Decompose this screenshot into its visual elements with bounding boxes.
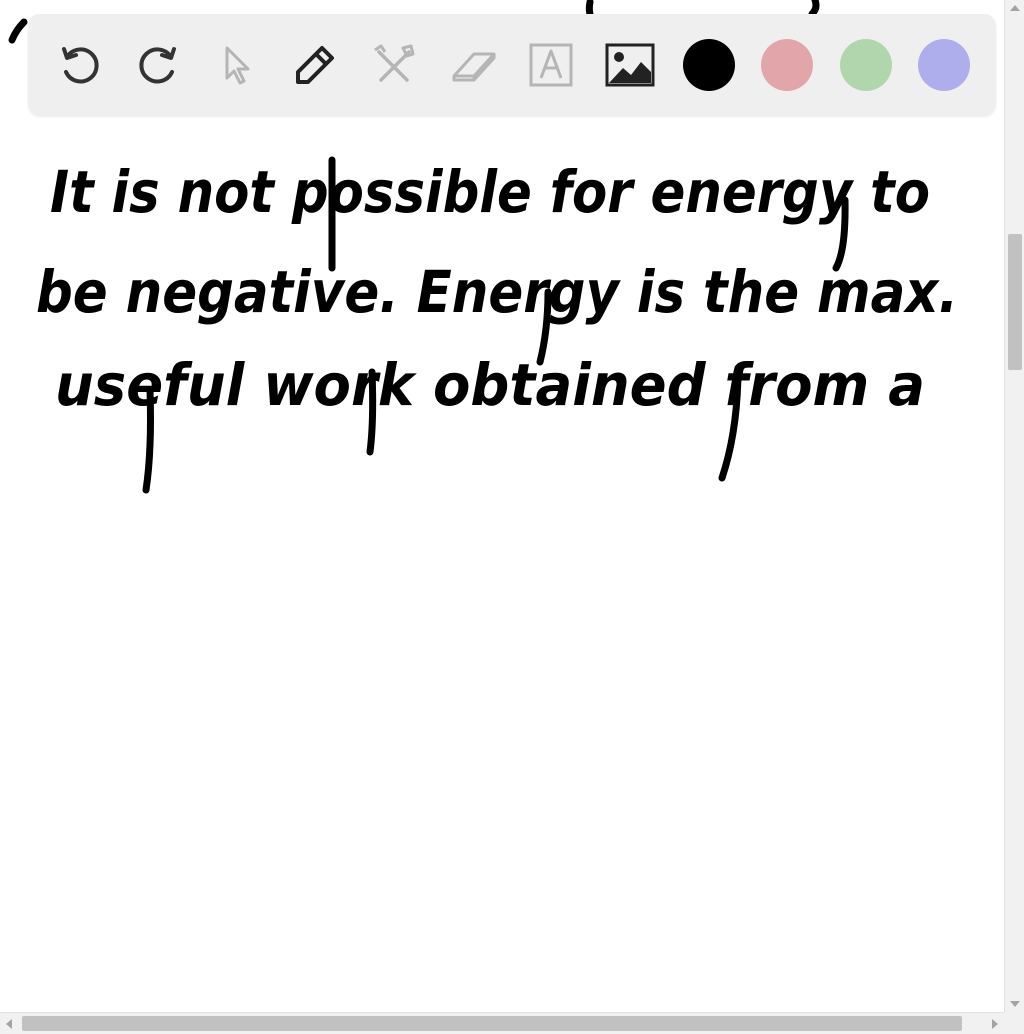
ink-stroke	[366, 368, 377, 456]
handwritten-line-2: be negative. Energy is the max.	[36, 258, 958, 326]
ink-stroke	[808, 0, 820, 18]
horizontal-scroll-thumb[interactable]	[22, 1016, 962, 1031]
text-tool-button[interactable]	[525, 39, 577, 91]
pointer-icon	[225, 46, 250, 85]
image-tool-button[interactable]	[604, 39, 656, 91]
select-tool-button[interactable]	[211, 39, 263, 91]
scroll-left-arrow-icon[interactable]	[6, 1019, 12, 1029]
toolbar	[28, 14, 996, 116]
horizontal-scrollbar[interactable]	[0, 1012, 1024, 1034]
crossed-tools-icon	[374, 44, 415, 82]
ink-stroke	[8, 18, 28, 44]
redo-icon	[139, 47, 176, 84]
whiteboard-canvas[interactable]: It is not possible for energy to be nega…	[0, 0, 1004, 1012]
handwritten-line-3: useful work obtained from a	[55, 351, 925, 419]
color-swatch-purple[interactable]	[918, 39, 970, 91]
tools-button[interactable]	[368, 39, 420, 91]
text-box-icon	[529, 43, 573, 87]
scrollbar-corner	[1004, 1012, 1024, 1034]
color-swatch-green[interactable]	[840, 39, 892, 91]
handwritten-line-1: It is not possible for energy to	[50, 158, 930, 226]
undo-button[interactable]	[54, 39, 106, 91]
image-icon	[605, 43, 655, 87]
scroll-right-arrow-icon[interactable]	[992, 1019, 998, 1029]
color-swatch-black[interactable]	[683, 39, 735, 91]
pencil-icon	[296, 46, 334, 84]
undo-icon	[62, 47, 99, 84]
scroll-down-arrow-icon[interactable]	[1010, 1001, 1020, 1007]
redo-button[interactable]	[132, 39, 184, 91]
eraser-icon	[452, 52, 496, 82]
vertical-scrollbar[interactable]	[1004, 0, 1024, 1012]
eraser-tool-button[interactable]	[447, 39, 499, 91]
pen-tool-button[interactable]	[289, 39, 341, 91]
scroll-up-arrow-icon[interactable]	[1010, 5, 1020, 11]
color-swatch-pink[interactable]	[761, 39, 813, 91]
vertical-scroll-thumb[interactable]	[1008, 234, 1022, 370]
